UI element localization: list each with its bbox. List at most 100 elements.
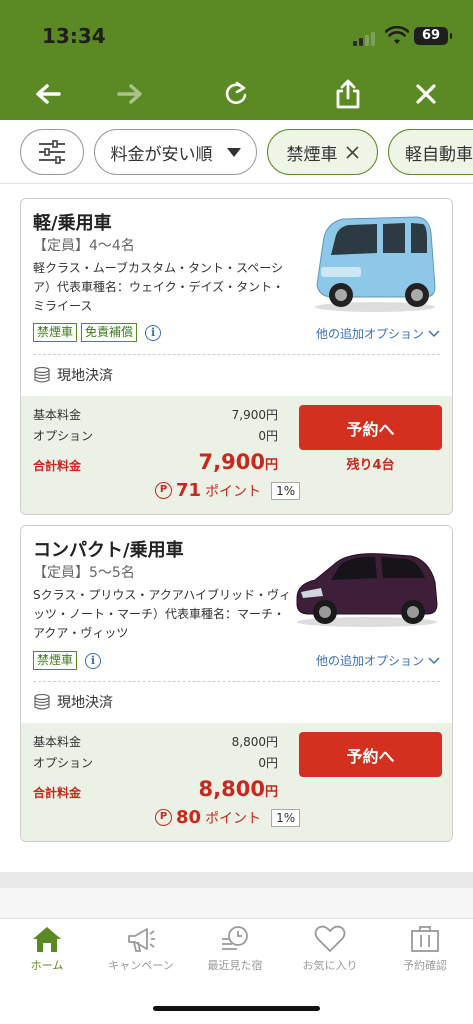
payment-label: 現地決済 <box>57 695 113 711</box>
filter-settings-button[interactable] <box>20 129 84 175</box>
more-options-label: 他の追加オプション <box>315 327 424 341</box>
tab-label: 予約確認 <box>403 959 447 972</box>
reservation-icon <box>411 926 439 952</box>
tab-recent[interactable]: 最近見た宿 <box>188 925 282 981</box>
points-label: ポイント <box>205 483 262 500</box>
filter-chip-kei[interactable]: 軽自動車 <box>388 129 473 175</box>
point-icon: P <box>155 482 172 499</box>
megaphone-icon <box>128 928 155 952</box>
status-bar: 13:34 69 <box>0 0 473 68</box>
price-summary: 基本料金 8,800円 オプション 0円 合計料金 8,800円 P 80 ポイ… <box>21 723 452 841</box>
reserve-button[interactable]: 予約へ <box>299 732 442 777</box>
points-label: ポイント <box>205 810 262 827</box>
browser-header: 13:34 69 <box>0 0 473 120</box>
tab-reservations[interactable]: 予約確認 <box>378 925 472 981</box>
home-indicator <box>153 1006 320 1011</box>
car-class-title: 軽/乗用車 <box>33 213 112 234</box>
car-plan-card: コンパクト/乗用車 【定員】5〜5名 Sクラス・プリウス・アクアハイブリッド・ヴ… <box>20 525 453 842</box>
status-time: 13:34 <box>42 24 106 48</box>
chevron-down-icon <box>428 329 440 337</box>
points-rate: 1% <box>271 481 301 500</box>
more-options-label: 他の追加オプション <box>315 654 424 668</box>
total-fee-value: 7,900円 <box>199 450 278 474</box>
reload-icon[interactable] <box>214 72 258 116</box>
filter-chip-label: 禁煙車 <box>286 144 338 165</box>
history-icon <box>222 926 248 950</box>
total-fee-value: 8,800円 <box>199 777 278 801</box>
base-fee-label: 基本料金 <box>33 735 82 749</box>
divider <box>33 681 440 682</box>
option-fee-value: 0円 <box>258 756 278 770</box>
payment-method: 現地決済 <box>33 365 113 385</box>
option-fee-label: オプション <box>33 756 94 770</box>
remove-chip-icon[interactable] <box>345 145 359 159</box>
capacity-text: 【定員】5〜5名 <box>33 565 135 581</box>
chevron-down-icon <box>428 656 440 664</box>
tab-favorites[interactable]: お気に入り <box>283 925 377 981</box>
section-separator <box>0 872 473 888</box>
filter-chip-label: 軽自動車 <box>405 144 473 165</box>
base-fee-label: 基本料金 <box>33 408 82 422</box>
base-fee-value: 7,900円 <box>231 408 278 422</box>
total-unit: 円 <box>264 458 278 473</box>
point-icon: P <box>155 809 172 826</box>
price-summary: 基本料金 7,900円 オプション 0円 合計料金 7,900円 P 71 ポイ… <box>21 396 452 514</box>
tab-home[interactable]: ホーム <box>0 925 94 981</box>
more-options-link[interactable]: 他の追加オプション <box>316 325 440 342</box>
wifi-icon <box>385 26 409 44</box>
points-rate: 1% <box>271 808 301 827</box>
base-fee-value: 8,800円 <box>231 735 278 749</box>
points-value: 80 <box>176 807 202 828</box>
coins-icon <box>34 693 50 710</box>
home-icon <box>33 927 61 952</box>
tab-label: 最近見た宿 <box>207 959 263 972</box>
share-icon[interactable] <box>326 72 370 116</box>
tab-label: ホーム <box>30 959 64 972</box>
forward-arrow-icon[interactable] <box>108 72 152 116</box>
car-description: Sクラス・プリウス・アクアハイブリッド・ヴィッツ・ノート・マーチ）代表車種名：マ… <box>33 588 292 640</box>
back-arrow-icon[interactable] <box>26 72 70 116</box>
close-icon[interactable] <box>404 72 448 116</box>
sliders-icon <box>39 140 65 164</box>
filter-chip-nonsmoking[interactable]: 禁煙車 <box>267 129 378 175</box>
car-description: 軽クラス・ムーブカスタム・タント・スペーシア）代表車種名：ウェイク・デイズ・タン… <box>33 261 285 313</box>
info-icon[interactable]: i <box>85 652 102 669</box>
payment-label: 現地決済 <box>57 368 113 384</box>
more-options-link[interactable]: 他の追加オプション <box>316 652 440 669</box>
points-value: 71 <box>176 480 202 501</box>
caret-down-icon <box>226 147 241 157</box>
cellular-signal-icon <box>353 30 379 46</box>
tag-nonsmoking: 禁煙車 <box>33 651 78 670</box>
heart-icon <box>314 925 346 952</box>
points-info: P 80 ポイント 1% <box>155 807 301 828</box>
points-info: P 71 ポイント 1% <box>155 480 301 501</box>
reserve-button[interactable]: 予約へ <box>299 405 442 450</box>
tab-campaign[interactable]: キャンペーン <box>94 925 188 981</box>
total-fee-label: 合計料金 <box>33 786 82 800</box>
payment-method: 現地決済 <box>33 692 113 712</box>
tag-insurance: 免責補償 <box>81 323 138 342</box>
sort-label: 料金が安い順 <box>110 144 213 165</box>
divider <box>33 354 440 355</box>
page-footer-space <box>0 888 473 918</box>
tab-label: お気に入り <box>302 959 358 972</box>
capacity-text: 【定員】4〜4名 <box>33 238 135 254</box>
total-amount: 8,800 <box>198 777 265 801</box>
car-image <box>296 553 438 627</box>
car-image <box>315 216 436 312</box>
total-unit: 円 <box>264 785 278 800</box>
option-fee-value: 0円 <box>258 429 278 443</box>
tab-label: キャンペーン <box>108 959 174 972</box>
filter-bar: 料金が安い順 禁煙車 軽自動車 <box>0 120 473 184</box>
coins-icon <box>34 366 50 383</box>
car-class-title: コンパクト/乗用車 <box>33 540 184 561</box>
browser-toolbar <box>0 68 473 120</box>
total-amount: 7,900 <box>198 450 265 474</box>
total-fee-label: 合計料金 <box>33 459 82 473</box>
car-plan-card: 軽/乗用車 【定員】4〜4名 軽クラス・ムーブカスタム・タント・スペーシア）代表… <box>20 198 453 515</box>
battery-indicator: 69 <box>414 27 452 45</box>
info-icon[interactable]: i <box>145 324 162 341</box>
option-fee-label: オプション <box>33 429 94 443</box>
feature-tags: 禁煙車 i <box>33 651 102 670</box>
sort-dropdown[interactable]: 料金が安い順 <box>94 129 257 175</box>
